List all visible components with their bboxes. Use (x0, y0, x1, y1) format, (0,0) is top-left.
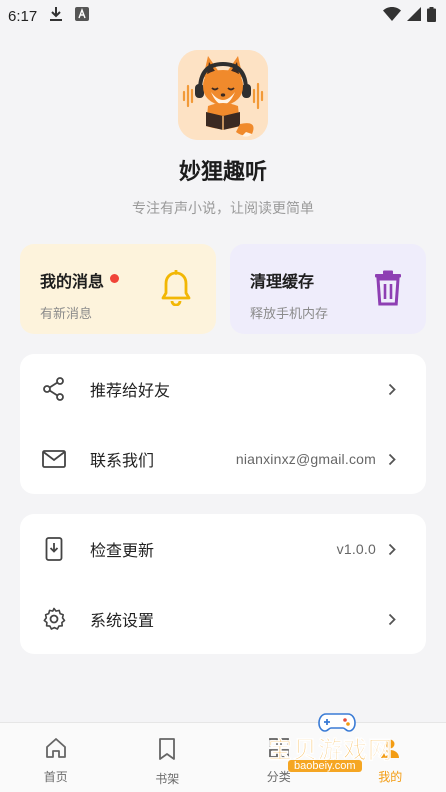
nav-label: 首页 (43, 770, 68, 784)
nav-label: 书架 (155, 772, 180, 786)
gear-icon (42, 607, 66, 631)
menu-group-share-contact: 推荐给好友 联系我们 nianxinxz@gmail.com (20, 354, 426, 494)
menu-item-label: 系统设置 (90, 613, 155, 630)
status-left: 6:17 (8, 6, 90, 26)
phone-update-icon (42, 537, 66, 561)
status-time: 6:17 (8, 7, 38, 25)
menu-item-settings[interactable]: 系统设置 (20, 584, 426, 654)
quick-cards: 我的消息 有新消息 清理缓存 释放手机内存 (0, 244, 446, 334)
text-badge-icon (75, 7, 90, 25)
menu-item-label: 检查更新 (90, 543, 155, 560)
contact-email: nianxinxz@gmail.com (235, 451, 376, 467)
menu-item-contact[interactable]: 联系我们 nianxinxz@gmail.com (20, 424, 426, 494)
status-bar: 6:17 (0, 0, 446, 32)
clear-cache-title: 清理缓存 (250, 274, 315, 291)
clear-cache-card[interactable]: 清理缓存 释放手机内存 (230, 244, 426, 334)
nav-home[interactable]: 首页 (0, 723, 112, 792)
chevron-right-icon (388, 382, 400, 396)
chevron-right-icon (388, 542, 400, 556)
mail-icon (42, 447, 66, 471)
chevron-right-icon (388, 612, 400, 626)
watermark-url: baobeiy.com (288, 760, 362, 772)
messages-card[interactable]: 我的消息 有新消息 (20, 244, 216, 334)
chevron-right-icon (388, 452, 400, 466)
signal-icon (407, 7, 421, 25)
home-icon (45, 737, 67, 764)
menu-item-label: 推荐给好友 (90, 383, 171, 400)
bell-icon (160, 269, 192, 311)
app-name: 妙狸趣听 (178, 159, 267, 184)
app-header: 妙狸趣听 专注有声小说，让阅读更简单 (0, 32, 446, 218)
site-watermark: 宝贝游戏网 baobeiy.com (266, 710, 416, 780)
download-icon (49, 6, 63, 26)
menu-item-label: 联系我们 (90, 453, 155, 470)
app-slogan: 专注有声小说，让阅读更简单 (132, 200, 314, 216)
battery-icon (427, 6, 436, 26)
app-version: v1.0.0 (336, 541, 376, 557)
unread-dot (110, 273, 120, 283)
messages-card-title: 我的消息 (40, 274, 105, 291)
app-logo (178, 50, 268, 140)
menu-group-update-settings: 检查更新 v1.0.0 系统设置 (20, 514, 426, 654)
wifi-icon (383, 7, 401, 25)
bookmark-icon (157, 737, 177, 766)
status-right (383, 6, 436, 26)
menu-item-recommend[interactable]: 推荐给好友 (20, 354, 426, 424)
nav-bookshelf[interactable]: 书架 (112, 723, 224, 792)
trash-icon (374, 270, 402, 311)
menu-item-check-update[interactable]: 检查更新 v1.0.0 (20, 514, 426, 584)
share-icon (42, 377, 66, 401)
fox-reading-logo-icon (178, 50, 268, 140)
